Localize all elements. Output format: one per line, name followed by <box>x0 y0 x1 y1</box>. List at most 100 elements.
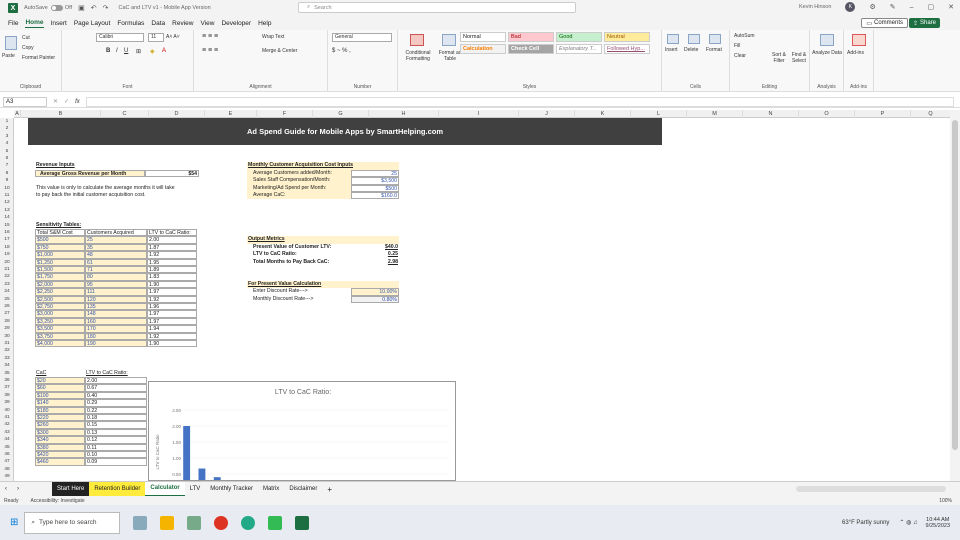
row-header[interactable]: 39 <box>0 399 14 406</box>
copy-button[interactable]: Copy <box>22 45 34 51</box>
comments-button[interactable]: ▭ Comments <box>861 18 908 28</box>
paste-button[interactable]: Paste <box>2 53 15 59</box>
row-header[interactable]: 30 <box>0 333 14 340</box>
menu-help[interactable]: Help <box>258 19 271 28</box>
row-header[interactable]: 14 <box>0 214 14 221</box>
tab-matrix[interactable]: Matrix <box>258 482 284 497</box>
clock[interactable]: 10:44 AM 9/25/2023 <box>926 517 950 529</box>
sens-customers-cell[interactable]: 148 <box>85 310 147 318</box>
row-header[interactable]: 1 <box>0 118 14 125</box>
grow-font-icon[interactable]: A˄ A˅ <box>166 34 180 40</box>
cac-value-cell[interactable]: $60 <box>35 384 85 392</box>
tab-ltv[interactable]: LTV <box>185 482 206 497</box>
insert-button[interactable]: Insert <box>665 47 678 53</box>
undo-icon[interactable]: ↶ <box>91 4 97 12</box>
cac-value-cell[interactable]: $300 <box>35 428 85 437</box>
row-header[interactable]: 43 <box>0 429 14 436</box>
row-header[interactable]: 47 <box>0 458 14 465</box>
sens-cost-cell[interactable]: $2,000 <box>35 280 85 289</box>
formula-input[interactable] <box>85 96 954 107</box>
sens-cost-cell[interactable]: $750 <box>35 243 85 252</box>
row-header[interactable]: 8 <box>0 170 14 177</box>
excel-taskbar-icon[interactable] <box>295 515 310 530</box>
next-sheet-icon[interactable]: › <box>12 482 24 497</box>
cac-value-cell[interactable]: $340 <box>35 436 85 444</box>
align-left-icon[interactable]: ≡ ≡ ≡ <box>202 47 218 54</box>
column-header-n[interactable]: N <box>743 110 799 118</box>
row-header[interactable]: 17 <box>0 236 14 243</box>
row-header[interactable]: 25 <box>0 296 14 303</box>
column-header-e[interactable]: E <box>205 110 257 118</box>
worksheet-grid[interactable]: Ad Spend Guide for Mobile Apps by SmartH… <box>14 118 950 481</box>
font-color-icon[interactable]: A <box>162 48 166 54</box>
revenue-value[interactable]: $54 <box>145 169 199 178</box>
addins-button[interactable]: Add-ins <box>847 50 864 56</box>
sens-cost-cell[interactable]: $3,000 <box>35 310 85 318</box>
column-header-o[interactable]: O <box>799 110 855 118</box>
row-header[interactable]: 11 <box>0 192 14 199</box>
tab-retention-builder[interactable]: Retention Builder <box>89 481 146 497</box>
row-header[interactable]: 28 <box>0 318 14 325</box>
row-header[interactable]: 9 <box>0 177 14 184</box>
font-size-select[interactable]: 11 <box>148 33 164 42</box>
row-header[interactable]: 22 <box>0 273 14 280</box>
style-check-cell[interactable]: Check Cell <box>508 44 554 54</box>
merge-center-button[interactable]: Merge & Center <box>262 48 297 54</box>
sens-customers-cell[interactable]: 135 <box>85 303 147 311</box>
sens-customers-cell[interactable]: 160 <box>85 317 147 326</box>
settings-icon[interactable] <box>187 515 202 530</box>
row-header[interactable]: 40 <box>0 407 14 414</box>
tab-disclaimer[interactable]: Disclaimer <box>284 482 322 497</box>
sens-cost-cell[interactable]: $2,750 <box>35 303 85 311</box>
addins-icon[interactable] <box>852 34 866 46</box>
zoom-level[interactable]: 100% <box>939 498 952 504</box>
autosum-button[interactable]: AutoSum <box>734 33 755 39</box>
row-header[interactable]: 48 <box>0 466 14 473</box>
scroll-thumb[interactable] <box>952 120 958 450</box>
column-header-q[interactable]: Q <box>911 110 951 118</box>
name-box[interactable]: A3 <box>3 96 47 107</box>
insert-cells-icon[interactable] <box>667 34 679 44</box>
close-icon[interactable]: ✕ <box>948 3 954 11</box>
sens-cost-cell[interactable]: $2,500 <box>35 295 85 303</box>
save-icon[interactable]: ▣ <box>78 4 85 12</box>
delete-button[interactable]: Delete <box>684 47 698 53</box>
row-header[interactable]: 37 <box>0 384 14 391</box>
row-header[interactable]: 36 <box>0 377 14 384</box>
function-icon[interactable]: fx <box>75 99 80 105</box>
sens-customers-cell[interactable]: 35 <box>85 243 147 252</box>
row-header[interactable]: 35 <box>0 370 14 377</box>
task-view-icon[interactable] <box>133 515 148 530</box>
cac-value-cell[interactable]: $460 <box>35 458 85 466</box>
sens-customers-cell[interactable]: 190 <box>85 340 147 348</box>
row-header[interactable]: 23 <box>0 281 14 288</box>
column-header-m[interactable]: M <box>687 110 743 118</box>
monthly-row-value[interactable]: 25 <box>351 169 399 178</box>
vertical-scrollbar[interactable] <box>950 110 960 481</box>
sens-customers-cell[interactable]: 95 <box>85 280 147 289</box>
cac-value-cell[interactable]: $260 <box>35 421 85 429</box>
cac-value-cell[interactable]: $380 <box>35 443 85 451</box>
taskbar-search-input[interactable]: ⌕ Type here to search <box>24 511 121 534</box>
settings-icon[interactable]: ⚙ <box>869 3 875 11</box>
conditional-formatting-icon[interactable] <box>410 34 424 46</box>
search-input[interactable]: ⌕ Search <box>298 2 576 13</box>
menu-page-layout[interactable]: Page Layout <box>74 19 111 28</box>
menu-file[interactable]: File <box>8 19 18 28</box>
pen-icon[interactable]: ✎ <box>890 3 896 11</box>
tab-calculator[interactable]: Calculator <box>145 481 185 497</box>
row-header[interactable]: 20 <box>0 259 14 266</box>
monthly-row-value[interactable]: $160.0 <box>351 192 399 200</box>
column-header-h[interactable]: H <box>369 110 439 118</box>
cac-value-cell[interactable]: $100 <box>35 391 85 400</box>
analyze-data-button[interactable]: Analyze Data <box>812 50 842 56</box>
sens-cost-cell[interactable]: $2,250 <box>35 288 85 296</box>
app-icon[interactable] <box>268 515 283 530</box>
style-neutral[interactable]: Neutral <box>604 32 650 42</box>
row-header[interactable]: 10 <box>0 185 14 192</box>
accessibility-status[interactable]: Accessibility: Investigate <box>30 498 84 504</box>
column-header-a[interactable]: A <box>14 110 21 118</box>
row-header[interactable]: 41 <box>0 414 14 421</box>
style-calculation[interactable]: Calculation <box>460 44 506 54</box>
column-header-b[interactable]: B <box>21 110 101 118</box>
